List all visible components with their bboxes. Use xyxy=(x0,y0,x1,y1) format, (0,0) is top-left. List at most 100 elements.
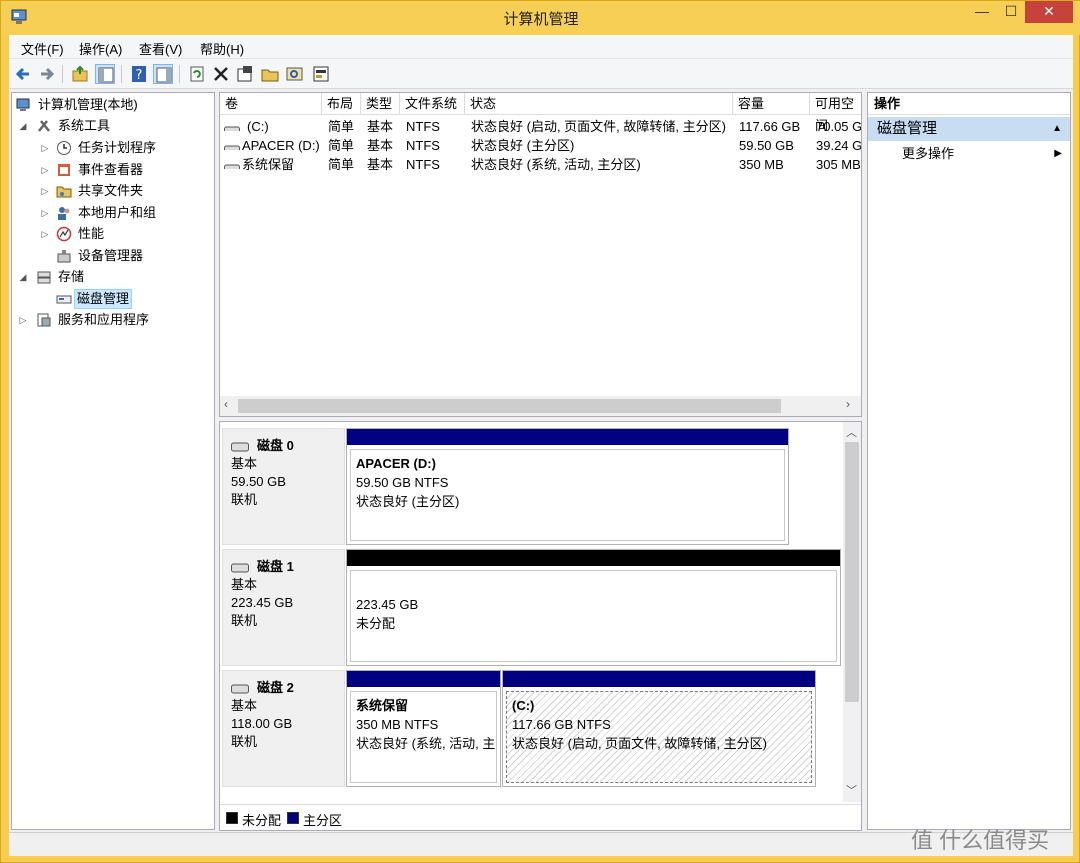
title-bar[interactable]: 计算机管理 — ☐ ✕ xyxy=(1,1,1080,35)
disk-info-1[interactable]: 磁盘 1 基本 223.45 GB 联机 xyxy=(222,549,345,666)
window-title: 计算机管理 xyxy=(503,11,579,28)
up-folder-icon[interactable] xyxy=(70,64,90,84)
svg-text:?: ? xyxy=(136,68,143,83)
partition-size: 59.50 GB NTFS xyxy=(356,475,449,490)
table-row[interactable]: APACER (D:) 简单 基本 NTFS 状态良好 (主分区) 59.50 … xyxy=(220,136,861,155)
open-folder-icon[interactable] xyxy=(260,64,280,84)
vertical-scrollbar[interactable]: ︿ ﹀ xyxy=(843,422,861,802)
scroll-left-icon[interactable]: ‹ xyxy=(224,397,228,411)
clock-icon xyxy=(56,140,72,156)
partition-band xyxy=(503,671,815,687)
maximize-button[interactable]: ☐ xyxy=(997,1,1025,23)
partition-status: 状态良好 (启动, 页面文件, 故障转储, 主分区) xyxy=(512,736,767,751)
column-header-status[interactable]: 状态 xyxy=(465,93,733,115)
partition-band xyxy=(347,429,788,445)
delete-icon[interactable] xyxy=(211,64,231,84)
collapse-arrow-icon[interactable]: ◢ xyxy=(18,267,28,287)
menu-bar: 文件(F) 操作(A) 查看(V) 帮助(H) xyxy=(9,35,1073,59)
column-header-layout[interactable]: 布局 xyxy=(322,93,361,115)
refresh-icon[interactable] xyxy=(187,64,207,84)
submenu-arrow-icon: ▶ xyxy=(1054,148,1062,159)
disk-size: 223.45 GB xyxy=(231,595,294,610)
expand-arrow-icon[interactable]: ▷ xyxy=(40,224,50,244)
volume-icon xyxy=(224,121,240,131)
partition-size: 117.66 GB NTFS xyxy=(512,717,611,732)
disk-map-pane: 磁盘 0 基本 59.50 GB 联机 APACER (D:) 59.50 GB… xyxy=(219,421,862,831)
toolbar-separator xyxy=(121,65,122,83)
column-header-capacity[interactable]: 容量 xyxy=(733,93,810,115)
storage-icon xyxy=(36,269,52,285)
help-icon[interactable]: ? xyxy=(129,64,149,84)
disk-status: 联机 xyxy=(231,492,258,507)
expand-arrow-icon[interactable]: ▷ xyxy=(40,181,50,201)
close-button[interactable]: ✕ xyxy=(1025,1,1073,23)
menu-help[interactable]: 帮助(H) xyxy=(200,39,244,58)
disk-name: 磁盘 0 xyxy=(257,438,294,453)
show-hide-tree-icon[interactable] xyxy=(95,64,115,84)
disk-type: 基本 xyxy=(231,577,258,592)
search-icon[interactable] xyxy=(285,64,305,84)
partition-band xyxy=(347,550,840,566)
properties-icon[interactable] xyxy=(235,64,255,84)
column-header-type[interactable]: 类型 xyxy=(361,93,400,115)
column-header-free-space[interactable]: 可用空间 xyxy=(810,93,861,133)
partition-size: 350 MB NTFS xyxy=(356,717,439,732)
expand-arrow-icon[interactable]: ▷ xyxy=(18,310,28,330)
toolbar: ? xyxy=(9,59,1073,89)
volume-list-header: 卷 布局 类型 文件系统 状态 容量 可用空间 xyxy=(220,93,861,133)
partition-band xyxy=(347,671,500,687)
back-arrow-icon[interactable] xyxy=(13,64,33,84)
scroll-up-icon[interactable]: ︿ xyxy=(846,424,857,440)
expand-arrow-icon[interactable]: ▷ xyxy=(40,138,50,158)
partition-status: 未分配 xyxy=(356,616,396,631)
partition-title: (C:) xyxy=(512,698,535,713)
disk-status: 联机 xyxy=(231,734,258,749)
column-header-filesystem[interactable]: 文件系统 xyxy=(400,93,465,115)
hard-disk-icon xyxy=(231,440,249,452)
disk-name: 磁盘 1 xyxy=(257,559,294,574)
menu-file[interactable]: 文件(F) xyxy=(21,39,64,58)
collapse-up-icon[interactable]: ▲ xyxy=(1052,117,1062,141)
more-actions-item[interactable]: 更多操作 ▶ xyxy=(868,143,1070,165)
collapse-arrow-icon[interactable]: ◢ xyxy=(18,116,28,136)
scroll-right-icon[interactable]: › xyxy=(846,397,850,411)
scrollbar-thumb[interactable] xyxy=(845,442,859,702)
disk-info-0[interactable]: 磁盘 0 基本 59.50 GB 联机 xyxy=(222,428,345,545)
expand-arrow-icon[interactable]: ▷ xyxy=(40,160,50,180)
partition-d[interactable]: APACER (D:) 59.50 GB NTFS 状态良好 (主分区) xyxy=(346,428,789,545)
actions-header: 操作 xyxy=(868,93,1070,115)
expand-arrow-icon[interactable]: ▷ xyxy=(40,203,50,223)
menu-action[interactable]: 操作(A) xyxy=(79,39,122,58)
disk-size: 118.00 GB xyxy=(231,716,293,731)
legend-swatch-unallocated xyxy=(226,812,238,824)
tools-icon xyxy=(36,118,52,134)
toolbar-separator xyxy=(179,65,180,83)
forward-arrow-icon[interactable] xyxy=(37,64,57,84)
disk-info-2[interactable]: 磁盘 2 基本 118.00 GB 联机 xyxy=(222,670,345,787)
hard-disk-icon xyxy=(231,561,249,573)
actions-group-disk-management[interactable]: 磁盘管理 ▲ xyxy=(868,117,1070,141)
computer-icon xyxy=(16,97,32,113)
partition-status: 状态良好 (主分区) xyxy=(356,494,460,509)
column-header-volume[interactable]: 卷 xyxy=(220,93,322,115)
users-icon xyxy=(56,205,72,221)
scrollbar-thumb[interactable] xyxy=(238,399,781,413)
show-action-pane-icon[interactable] xyxy=(153,64,173,84)
disk-properties-icon[interactable] xyxy=(311,64,331,84)
minimize-button[interactable]: — xyxy=(967,1,997,23)
partition-c[interactable]: (C:) 117.66 GB NTFS 状态良好 (启动, 页面文件, 故障转储… xyxy=(502,670,816,787)
partition-system-reserved[interactable]: 系统保留 350 MB NTFS 状态良好 (系统, 活动, 主 xyxy=(346,670,501,787)
partition-title: APACER (D:) xyxy=(356,456,436,471)
actions-pane: 操作 磁盘管理 ▲ 更多操作 ▶ xyxy=(867,92,1071,830)
services-icon xyxy=(36,312,52,328)
partition-status: 状态良好 (系统, 活动, 主 xyxy=(356,736,496,751)
table-row[interactable]: 系统保留 简单 基本 NTFS 状态良好 (系统, 活动, 主分区) 350 M… xyxy=(220,155,861,174)
disk-management-icon xyxy=(56,291,72,307)
legend-label-unallocated: 未分配 xyxy=(242,813,282,828)
horizontal-scrollbar[interactable]: ‹ › xyxy=(220,396,861,416)
navigation-tree: 计算机管理(本地) ◢ 系统工具 ▷ 任务计划程序 ▷ 事件查看器 ▷ 共享文件… xyxy=(11,92,215,830)
menu-view[interactable]: 查看(V) xyxy=(139,39,182,58)
table-row[interactable]: (C:) 简单 基本 NTFS 状态良好 (启动, 页面文件, 故障转储, 主分… xyxy=(220,117,861,136)
partition-unallocated[interactable]: 223.45 GB 未分配 xyxy=(346,549,841,666)
scroll-down-icon[interactable]: ﹀ xyxy=(846,782,857,798)
